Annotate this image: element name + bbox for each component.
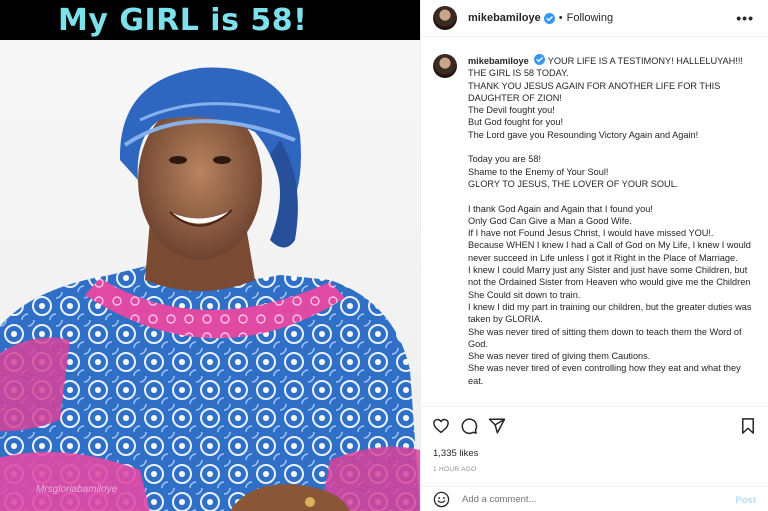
caption-text: mikebamiloye YOUR LIFE IS A TESTIMONY! H… — [468, 54, 758, 406]
image-watermark: Mrsgloriabamiloye — [36, 484, 118, 495]
action-icons — [432, 417, 506, 435]
post-photo — [0, 40, 420, 511]
caption-line: She was never tired of giving them Cauti… — [468, 351, 651, 362]
caption-line: Today you are 58! — [468, 154, 542, 165]
post-comment-button[interactable]: Post — [735, 495, 756, 506]
header-separator: • — [558, 12, 563, 24]
caption-line: I knew I could Marry just any Sister and… — [468, 265, 751, 300]
post-side-panel: mikebamiloye • Following ••• mikebamiloy… — [420, 0, 768, 511]
caption-line: She was never tired of sitting them down… — [468, 326, 742, 349]
caption-line: THE GIRL IS 58 TODAY. — [468, 68, 569, 79]
caption-section: mikebamiloye YOUR LIFE IS A TESTIMONY! H… — [421, 38, 768, 406]
like-heart-icon[interactable] — [432, 417, 450, 435]
author-avatar[interactable] — [433, 6, 457, 30]
caption-verified-icon — [534, 54, 546, 65]
caption-line: If I have not Found Jesus Christ, I woul… — [468, 228, 714, 239]
comment-bar: Post — [421, 486, 768, 511]
caption-line: I knew I did my part in training our chi… — [468, 301, 752, 325]
comment-input[interactable] — [462, 493, 712, 505]
following-button[interactable]: Following — [567, 12, 613, 24]
verified-badge-icon — [543, 12, 555, 24]
caption-line: GLORY TO JESUS, THE LOVER OF YOUR SOUL. — [468, 178, 679, 189]
image-banner: My GIRL is 58! — [0, 0, 420, 40]
save-bookmark-icon[interactable] — [739, 417, 757, 435]
emoji-icon[interactable] — [433, 491, 450, 508]
post-header: mikebamiloye • Following ••• — [421, 0, 768, 37]
caption-line: Only God Can Give a Man a Good Wife. — [468, 215, 632, 226]
banner-text: My GIRL is 58! — [58, 2, 308, 38]
caption-line: THANK YOU JESUS AGAIN FOR ANOTHER LIFE F… — [468, 80, 721, 103]
more-options-icon[interactable]: ••• — [736, 10, 754, 26]
caption-line: I thank God Again and Again that I found… — [468, 203, 653, 214]
caption-line: The Lord gave you Resounding Victory Aga… — [468, 129, 699, 140]
likes-count[interactable]: 1,335 likes — [433, 448, 478, 459]
caption-line: YOUR LIFE IS A TESTIMONY! HALLELUYAH!!! — [547, 56, 743, 66]
post-media[interactable]: My GIRL is 58! Mrsgloriabamiloye — [0, 0, 420, 511]
caption-line: Shame to the Enemy of Your Soul! — [468, 166, 609, 177]
author-username[interactable]: mikebamiloye — [468, 12, 541, 24]
caption-line: But God fought for you! — [468, 117, 563, 128]
caption-line: She was never tired of even controlling … — [468, 363, 741, 386]
caption-author-avatar[interactable] — [433, 54, 457, 78]
caption-line: Because WHEN I knew I had a Call of God … — [468, 240, 751, 263]
caption-line: The Devil fought you! — [468, 105, 555, 116]
comment-bubble-icon[interactable] — [460, 417, 478, 435]
post-timestamp[interactable]: 1 HOUR AGO — [433, 466, 476, 473]
caption-username[interactable]: mikebamiloye — [468, 56, 529, 66]
share-paper-plane-icon[interactable] — [488, 417, 506, 435]
